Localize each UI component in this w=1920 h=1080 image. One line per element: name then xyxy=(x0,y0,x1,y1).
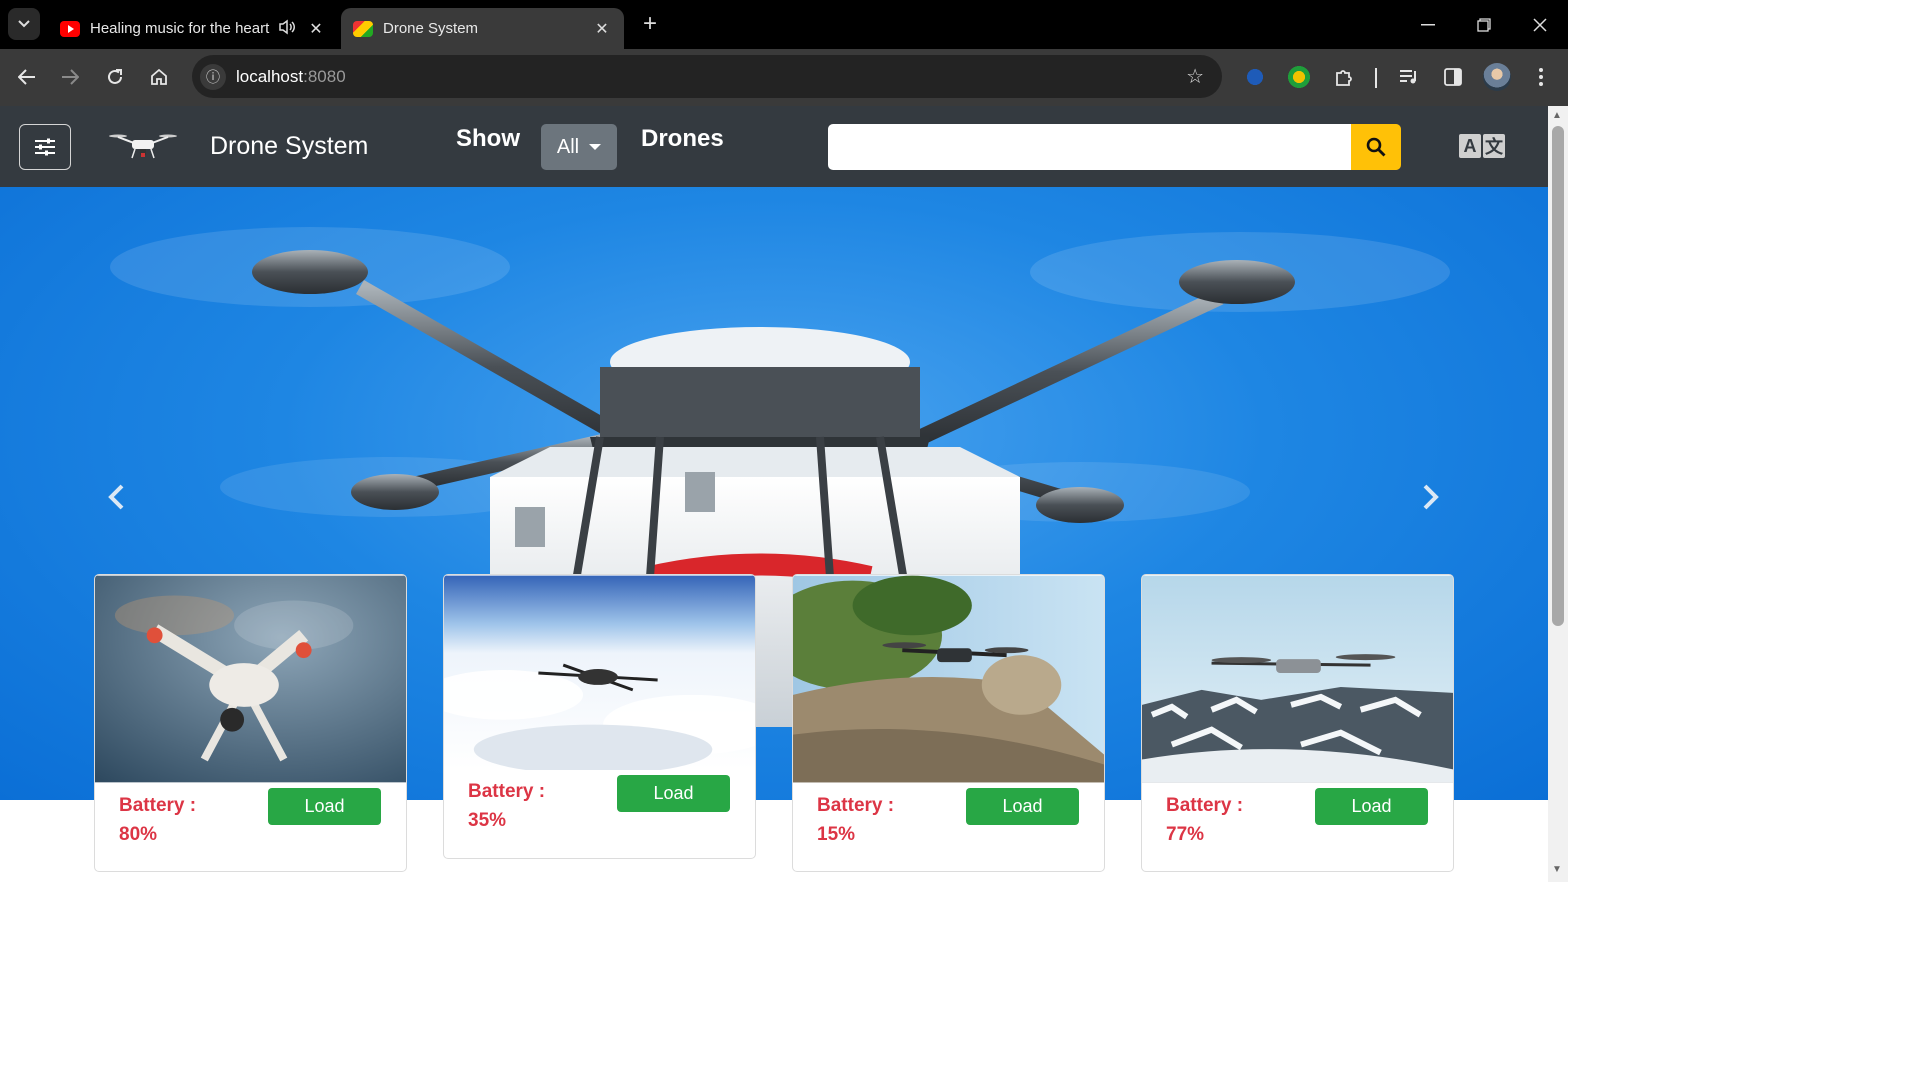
more-vertical-icon xyxy=(1539,68,1543,86)
drone-card: Battery : 35% Load xyxy=(443,574,756,859)
youtube-icon xyxy=(60,20,80,37)
filter-selected-value: All xyxy=(556,135,580,158)
carousel-next-button[interactable] xyxy=(1411,477,1451,517)
close-icon xyxy=(1533,17,1547,32)
forward-button[interactable] xyxy=(54,61,86,93)
brand-title[interactable]: Drone System xyxy=(210,132,368,161)
battery-label: Battery : xyxy=(468,781,546,802)
drone-photo xyxy=(1142,575,1453,783)
chevron-right-icon xyxy=(1423,484,1439,510)
sliders-icon xyxy=(35,138,55,156)
new-tab-button[interactable]: + xyxy=(636,10,664,38)
translate-button[interactable]: A 文 xyxy=(1459,134,1509,160)
tab-title: Healing music for the heart xyxy=(90,20,270,37)
drones-label: Drones xyxy=(641,125,724,152)
playlist-icon xyxy=(1400,70,1416,84)
page-viewport: Drone System Show All Drones A 文 Battery… xyxy=(0,106,1548,882)
scrollbar-thumb[interactable] xyxy=(1552,126,1564,626)
back-button[interactable] xyxy=(11,61,43,93)
reload-icon xyxy=(108,69,122,84)
tab-drone-system[interactable]: Drone System ✕ xyxy=(341,8,624,49)
tab-title: Drone System xyxy=(383,20,479,37)
show-label: Show xyxy=(456,125,520,152)
close-tab-icon[interactable]: ✕ xyxy=(306,19,326,39)
profile-avatar[interactable] xyxy=(1483,63,1511,91)
drone-system-favicon xyxy=(353,20,373,37)
drone-card: Battery : 77% Load xyxy=(1141,574,1454,872)
drone-photo xyxy=(444,575,755,770)
battery-value: 80% xyxy=(119,824,158,845)
site-info-icon[interactable]: ⓘ xyxy=(200,63,226,90)
close-tab-icon[interactable]: ✕ xyxy=(592,19,612,39)
close-window-button[interactable] xyxy=(1512,0,1568,49)
drone-card: Battery : 15% Load xyxy=(792,574,1105,872)
load-button[interactable]: Load xyxy=(966,788,1079,825)
url-text: localhost:8080 xyxy=(236,67,346,87)
translate-letter-a: A xyxy=(1459,134,1481,158)
load-button[interactable]: Load xyxy=(617,775,730,812)
home-button[interactable] xyxy=(143,61,175,93)
load-button[interactable]: Load xyxy=(1315,788,1428,825)
arrow-right-icon xyxy=(62,69,79,85)
extension-1-icon[interactable] xyxy=(1241,63,1269,91)
tab-search-button[interactable] xyxy=(8,8,40,40)
arrow-left-icon xyxy=(18,69,35,85)
battery-status: Battery : 80% xyxy=(119,791,239,849)
speaker-icon[interactable] xyxy=(276,19,298,38)
search-input[interactable] xyxy=(828,124,1351,170)
sidebar-toggle-button[interactable] xyxy=(19,124,71,170)
battery-label: Battery : xyxy=(119,795,197,816)
url-port: :8080 xyxy=(303,66,346,86)
side-panel-icon xyxy=(1444,68,1462,86)
search-button[interactable] xyxy=(1351,124,1401,170)
minimize-button[interactable] xyxy=(1400,0,1456,49)
drone-logo xyxy=(108,128,178,166)
battery-label: Battery : xyxy=(817,795,895,816)
restore-button[interactable] xyxy=(1456,0,1512,49)
battery-label: Battery : xyxy=(1166,795,1244,816)
search-icon xyxy=(1366,137,1386,157)
app-navbar: Drone System Show All Drones A 文 xyxy=(0,106,1548,187)
page-scrollbar[interactable]: ▲ ▼ xyxy=(1548,106,1568,882)
extension-2-icon[interactable] xyxy=(1285,63,1313,91)
battery-status: Battery : 35% xyxy=(468,777,588,835)
battery-value: 77% xyxy=(1166,824,1205,845)
chevron-down-icon xyxy=(18,20,30,28)
drone-filter-select[interactable]: All xyxy=(541,124,617,170)
puzzle-icon xyxy=(1336,70,1352,86)
browser-menu-button[interactable] xyxy=(1525,61,1557,93)
chevron-left-icon xyxy=(108,484,124,510)
extensions-button[interactable] xyxy=(1328,61,1360,93)
reload-button[interactable] xyxy=(99,61,131,93)
drone-card: Battery : 80% Load xyxy=(94,574,407,872)
load-button[interactable]: Load xyxy=(268,788,381,825)
toolbar-divider xyxy=(1375,68,1377,88)
battery-status: Battery : 15% xyxy=(817,791,937,849)
battery-status: Battery : 77% xyxy=(1166,791,1286,849)
browser-tab-bar: Healing music for the heart ✕ Drone Syst… xyxy=(0,0,1568,49)
home-icon xyxy=(151,68,167,85)
carousel-prev-button[interactable] xyxy=(96,477,136,517)
battery-value: 15% xyxy=(817,824,856,845)
url-host: localhost xyxy=(236,66,304,86)
address-bar[interactable]: ⓘ localhost:8080 ☆ xyxy=(192,55,1222,98)
tab-youtube[interactable]: Healing music for the heart ✕ xyxy=(48,8,338,49)
drone-photo xyxy=(793,575,1104,783)
side-panel-button[interactable] xyxy=(1437,61,1469,93)
scroll-up-arrow-icon[interactable]: ▲ xyxy=(1552,110,1562,121)
browser-toolbar: ⓘ localhost:8080 ☆ xyxy=(0,49,1568,106)
drone-photo xyxy=(95,575,406,783)
minimize-icon xyxy=(1421,23,1435,25)
caret-down-icon xyxy=(589,144,602,150)
bookmark-star-icon[interactable]: ☆ xyxy=(1186,64,1204,89)
media-control-button[interactable] xyxy=(1393,61,1425,93)
scroll-down-arrow-icon[interactable]: ▼ xyxy=(1552,864,1562,875)
restore-icon xyxy=(1477,17,1491,32)
battery-value: 35% xyxy=(468,810,507,831)
translate-letter-cjk: 文 xyxy=(1483,134,1505,158)
